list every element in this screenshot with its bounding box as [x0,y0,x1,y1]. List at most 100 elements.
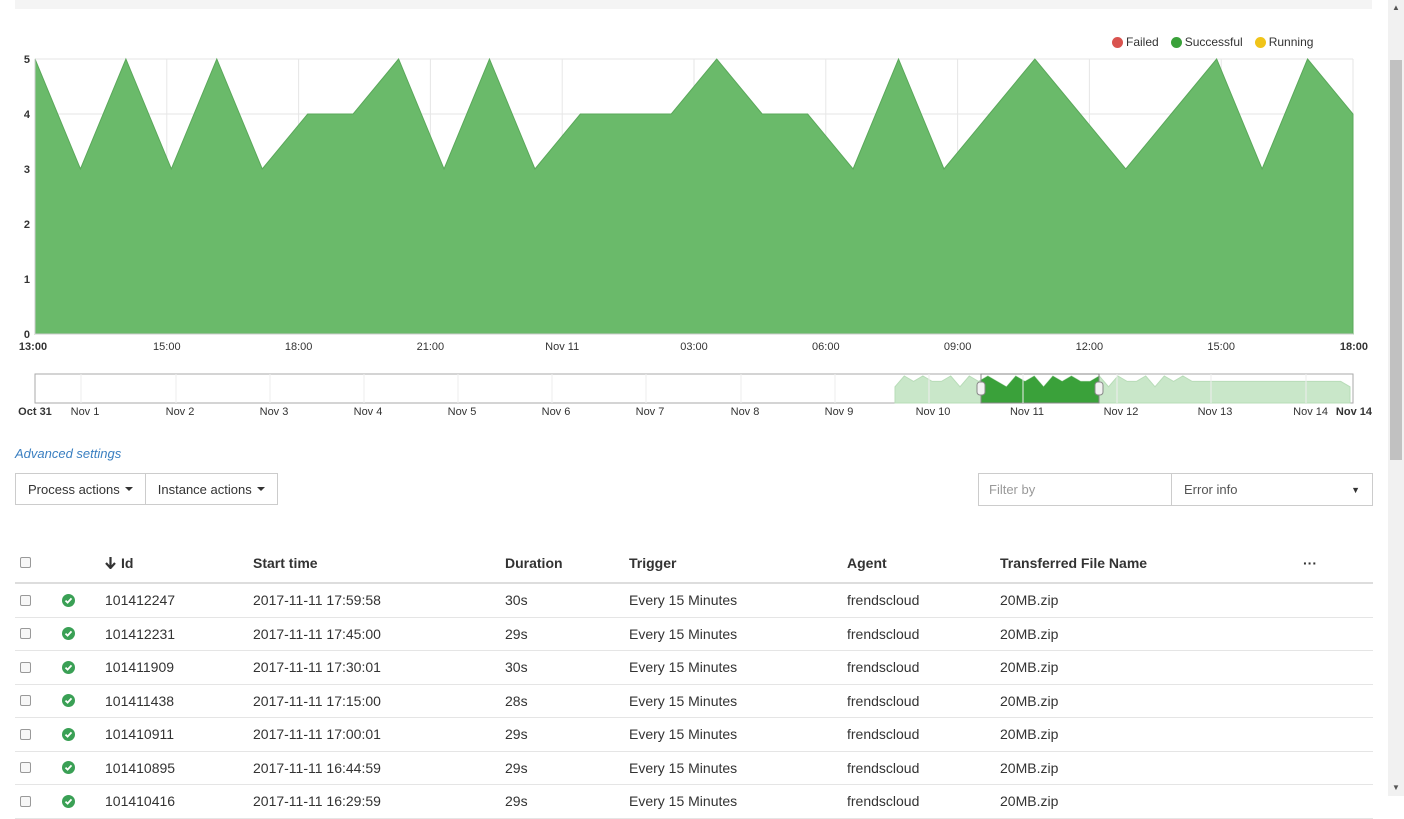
row-checkbox[interactable] [20,628,31,639]
column-header-agent[interactable]: Agent [847,543,887,582]
status-cell [62,752,75,785]
more-options-icon: ··· [1303,555,1317,571]
x-tick-label: 21:00 [417,341,445,353]
cell-start-time: 2017-11-11 17:00:01 [253,718,381,751]
select-all-cell [20,543,31,582]
y-tick-label: 0 [24,329,30,341]
scroll-down-arrow-icon[interactable]: ▼ [1388,780,1404,796]
row-checkbox[interactable] [20,729,31,740]
cell-file-name: 20MB.zip [1000,752,1058,785]
table-body: 1014122472017-11-11 17:59:5830sEvery 15 … [15,584,1373,819]
cell-trigger: Every 15 Minutes [629,752,737,785]
cell-trigger: Every 15 Minutes [629,718,737,751]
instances-table: Id Start time Duration Trigger Agent Tra… [15,543,1373,819]
legend-item-running[interactable]: Running [1255,35,1314,49]
success-check-icon [62,728,75,741]
cell-start-time: 2017-11-11 17:15:00 [253,685,381,718]
status-cell [62,584,75,617]
error-info-value: Error info [1184,482,1237,497]
legend-item-failed[interactable]: Failed [1112,35,1159,49]
navigator-date-label: Nov 4 [354,406,383,418]
legend-label-failed: Failed [1126,35,1159,49]
column-header-file-name[interactable]: Transferred File Name [1000,543,1147,582]
y-tick-label: 1 [24,274,30,286]
scroll-up-arrow-icon[interactable]: ▲ [1388,0,1404,16]
navigator-right-handle[interactable] [1095,382,1103,395]
navigator-date-label: Nov 5 [448,406,477,418]
column-label-start-time: Start time [253,555,318,571]
row-checkbox[interactable] [20,695,31,706]
cell-agent: frendscloud [847,785,919,818]
page-scrollbar[interactable]: ▲ ▼ [1388,0,1404,796]
cell-duration: 28s [505,685,528,718]
filter-input[interactable] [978,473,1172,506]
status-cell [62,718,75,751]
column-header-id[interactable]: Id [105,543,133,582]
table-row[interactable]: 1014122312017-11-11 17:45:0029sEvery 15 … [15,618,1373,652]
navigator-left-handle[interactable] [977,382,985,395]
cell-agent: frendscloud [847,618,919,651]
status-cell [62,651,75,684]
table-row[interactable]: 1014104162017-11-11 16:29:5929sEvery 15 … [15,785,1373,819]
scrollbar-thumb[interactable] [1390,60,1402,460]
table-row[interactable]: 1014119092017-11-11 17:30:0130sEvery 15 … [15,651,1373,685]
navigator-date-label: Nov 7 [636,406,665,418]
column-header-start-time[interactable]: Start time [253,543,318,582]
success-check-icon [62,627,75,640]
process-actions-label: Process actions [28,482,120,497]
process-actions-button[interactable]: Process actions [15,473,146,505]
action-button-group: Process actions Instance actions [15,473,278,505]
success-check-icon [62,694,75,707]
navigator-date-label: Oct 31 [18,406,52,418]
cell-file-name: 20MB.zip [1000,685,1058,718]
select-all-checkbox[interactable] [20,557,31,568]
advanced-settings-link[interactable]: Advanced settings [15,446,121,461]
instance-actions-button[interactable]: Instance actions [146,473,278,505]
legend-item-successful[interactable]: Successful [1171,35,1243,49]
navigator-selected-range[interactable] [895,376,1350,403]
navigator-date-label: Nov 10 [916,406,951,418]
table-row[interactable]: 1014122472017-11-11 17:59:5830sEvery 15 … [15,584,1373,618]
navigator-date-label: Nov 1 [71,406,100,418]
navigator-date-label: Nov 14 [1293,406,1328,418]
column-options-menu[interactable]: ··· [1303,543,1317,582]
row-checkbox[interactable] [20,662,31,673]
row-checkbox[interactable] [20,595,31,606]
row-select-cell [20,685,31,718]
navigator-date-label: Nov 6 [542,406,571,418]
x-tick-label: 15:00 [153,341,181,353]
cell-duration: 29s [505,718,528,751]
navigator-date-label: Nov 12 [1104,406,1139,418]
table-row[interactable]: 101410895 2017-11-11 16:44:59 29s Every 15 … [15,752,1373,786]
table-row[interactable]: 1014109112017-11-11 17:00:0129sEvery 15 … [15,718,1373,752]
x-tick-label: 18:00 [1340,341,1368,353]
table-row[interactable]: 1014114382017-11-11 17:15:0028sEvery 15 … [15,685,1373,719]
sort-down-arrow-icon [105,557,116,569]
cell-id: 101410895 [105,752,175,785]
cell-duration: 29s [505,752,528,785]
cell-id: 101410416 [105,785,175,818]
running-dot-icon [1255,37,1266,48]
cell-start-time: 2017-11-11 16:44:59 [253,752,381,785]
row-checkbox[interactable] [20,796,31,807]
cell-start-time: 2017-11-11 17:30:01 [253,651,381,684]
column-header-duration[interactable]: Duration [505,543,563,582]
chart-legend: Failed Successful Running [1112,35,1325,49]
row-checkbox[interactable] [20,762,31,773]
navigator-selection-box[interactable] [981,374,1099,403]
cell-duration: 30s [505,584,528,617]
column-label-id: Id [121,555,133,571]
error-info-select[interactable]: Error info ▼ [1171,473,1373,506]
column-header-trigger[interactable]: Trigger [629,543,676,582]
cell-id: 101411909 [105,651,174,684]
cell-start-time: 2017-11-11 17:45:00 [253,618,381,651]
caret-down-icon [257,487,265,491]
cell-agent: frendscloud [847,752,919,785]
cell-id: 101412247 [105,584,175,617]
navigator-frame [35,374,1353,403]
y-tick-label: 4 [24,109,31,121]
cell-agent: frendscloud [847,651,919,684]
status-cell [62,685,75,718]
navigator-date-label: Nov 13 [1198,406,1233,418]
success-check-icon [62,661,75,674]
